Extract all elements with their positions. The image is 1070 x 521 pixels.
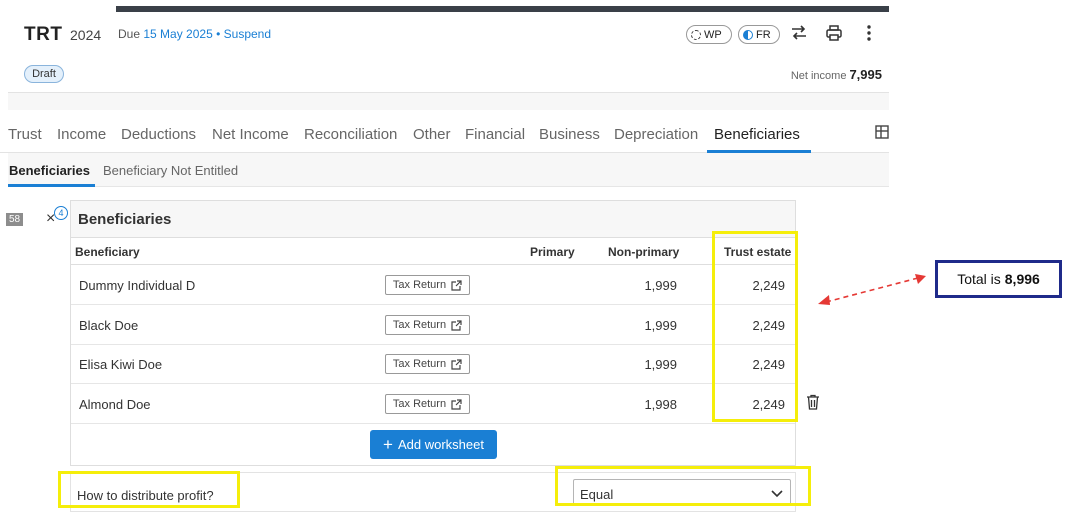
tax-return-button[interactable]: Tax Return bbox=[385, 275, 470, 295]
net-income-summary: Net income 7,995 bbox=[791, 67, 882, 82]
tab-income[interactable]: Income bbox=[57, 126, 106, 143]
table-row: Elisa Kiwi Doe Tax Return 1,999 2,249 bbox=[71, 344, 795, 384]
wp-pill-label: WP bbox=[704, 28, 722, 41]
tab-trust[interactable]: Trust bbox=[8, 126, 42, 143]
beneficiary-name: Black Doe bbox=[79, 318, 139, 333]
net-income-label: Net income bbox=[790, 70, 847, 82]
main-tab-bar: Trust Income Deductions Net Income Recon… bbox=[0, 110, 889, 153]
active-subtab-indicator bbox=[8, 184, 95, 187]
plus-icon: + bbox=[383, 435, 393, 454]
total-prefix: Total is bbox=[957, 271, 1001, 287]
tax-return-button[interactable]: Tax Return bbox=[385, 394, 470, 414]
half-circle-icon bbox=[743, 29, 753, 40]
distribution-select-highlight bbox=[555, 466, 811, 506]
tab-net-income[interactable]: Net Income bbox=[212, 126, 289, 143]
total-value: 8,996 bbox=[1004, 271, 1040, 287]
non-primary-value: 1,999 bbox=[644, 318, 677, 333]
annotation-arrow bbox=[818, 274, 926, 305]
non-primary-value: 1,998 bbox=[644, 397, 677, 412]
subtab-beneficiary-not-entitled[interactable]: Beneficiary Not Entitled bbox=[103, 163, 238, 178]
external-link-icon bbox=[451, 279, 462, 291]
due-date-link[interactable]: 15 May 2025 bbox=[143, 27, 212, 41]
total-annotation-box: Total is 8,996 bbox=[935, 260, 1062, 298]
printer-icon[interactable] bbox=[824, 23, 844, 43]
due-label: Due bbox=[118, 27, 141, 41]
panel-title: Beneficiaries bbox=[78, 211, 172, 228]
subtab-beneficiaries[interactable]: Beneficiaries bbox=[9, 163, 90, 178]
tax-return-button[interactable]: Tax Return bbox=[385, 354, 470, 374]
tab-other[interactable]: Other bbox=[413, 126, 451, 143]
beneficiary-name: Dummy Individual D bbox=[79, 278, 196, 293]
dashed-circle-icon bbox=[691, 29, 701, 40]
non-primary-value: 1,999 bbox=[644, 357, 677, 372]
tax-return-label: Tax Return bbox=[392, 319, 447, 331]
side-tag: 58 bbox=[6, 213, 23, 226]
tax-return-button[interactable]: Tax Return bbox=[385, 315, 470, 335]
sub-tab-bar: Beneficiaries Beneficiary Not Entitled bbox=[8, 153, 889, 187]
table-layout-icon[interactable] bbox=[875, 124, 889, 144]
fr-status-pill[interactable]: FR bbox=[738, 25, 780, 44]
col-primary: Primary bbox=[530, 245, 575, 259]
suspend-link[interactable]: Suspend bbox=[224, 27, 271, 41]
tab-depreciation[interactable]: Depreciation bbox=[614, 126, 698, 143]
tax-return-label: Tax Return bbox=[392, 279, 447, 291]
external-link-icon bbox=[451, 358, 462, 370]
panel-header: Beneficiaries bbox=[71, 201, 795, 238]
draft-status-badge: Draft bbox=[24, 65, 64, 83]
table-row: Black Doe Tax Return 1,999 2,249 bbox=[71, 305, 795, 345]
return-year: 2024 bbox=[70, 27, 102, 43]
count-badge: 4 bbox=[54, 206, 68, 220]
tab-business[interactable]: Business bbox=[539, 126, 600, 143]
header-band bbox=[8, 93, 889, 110]
net-income-value: 7,995 bbox=[849, 67, 882, 82]
tax-return-label: Tax Return bbox=[392, 358, 447, 370]
beneficiary-name: Elisa Kiwi Doe bbox=[79, 357, 163, 372]
trust-estate-highlight bbox=[712, 231, 798, 422]
table-row: Dummy Individual D Tax Return 1,999 2,24… bbox=[71, 265, 795, 305]
tax-return-label: Tax Return bbox=[392, 398, 447, 410]
col-beneficiary: Beneficiary bbox=[75, 245, 140, 259]
tab-reconciliation[interactable]: Reconciliation bbox=[304, 126, 397, 143]
add-worksheet-button[interactable]: + Add worksheet bbox=[370, 430, 497, 459]
external-link-icon bbox=[451, 319, 462, 331]
kebab-menu-icon[interactable] bbox=[859, 23, 879, 43]
external-link-icon bbox=[451, 398, 462, 410]
fr-pill-label: FR bbox=[756, 28, 771, 41]
due-line: Due 15 May 2025 • Suspend bbox=[118, 27, 271, 41]
beneficiary-name: Almond Doe bbox=[79, 397, 151, 412]
tab-financial[interactable]: Financial bbox=[465, 126, 525, 143]
distribute-label-highlight bbox=[58, 471, 240, 508]
return-type-title: TRT bbox=[24, 24, 63, 45]
trash-icon[interactable] bbox=[806, 394, 820, 415]
due-bullet: • bbox=[216, 27, 221, 41]
table-row: Almond Doe Tax Return 1,998 2,249 bbox=[71, 384, 795, 424]
swap-arrows-icon[interactable] bbox=[789, 23, 809, 43]
wp-status-pill[interactable]: WP bbox=[686, 25, 732, 44]
tab-deductions[interactable]: Deductions bbox=[121, 126, 196, 143]
non-primary-value: 1,999 bbox=[644, 278, 677, 293]
beneficiaries-panel: Beneficiaries Beneficiary Primary Non-pr… bbox=[70, 200, 796, 466]
tab-beneficiaries[interactable]: Beneficiaries bbox=[714, 126, 800, 143]
col-non-primary: Non-primary bbox=[608, 245, 680, 259]
add-worksheet-label: Add worksheet bbox=[397, 437, 484, 452]
